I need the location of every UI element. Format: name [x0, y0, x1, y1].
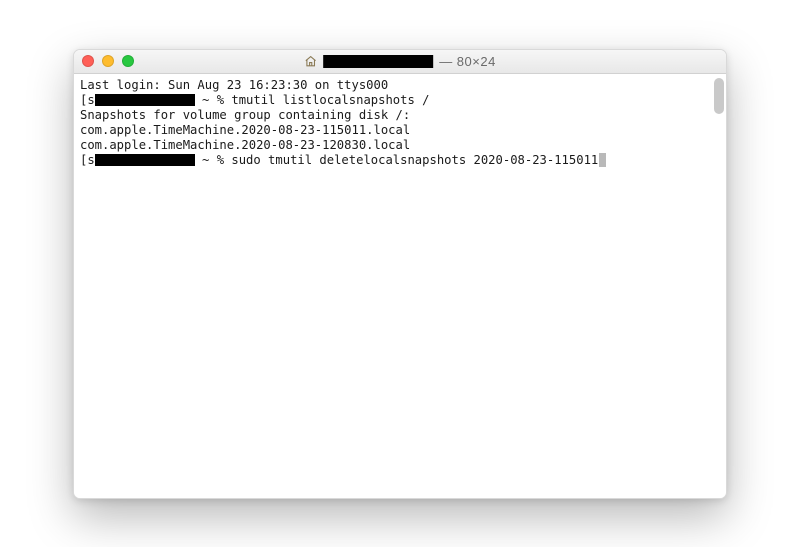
- terminal-line: [s ~ % sudo tmutil deletelocalsnapshots …: [80, 153, 720, 168]
- terminal-cursor: [599, 153, 606, 167]
- prompt-user-prefix: s: [87, 153, 94, 168]
- snapshot-entry: com.apple.TimeMachine.2020-08-23-120830.…: [80, 138, 410, 153]
- maximize-button[interactable]: [122, 55, 134, 67]
- window-title: — 80×24: [304, 54, 496, 69]
- terminal-line: com.apple.TimeMachine.2020-08-23-115011.…: [80, 123, 720, 138]
- terminal-line: [s ~ % tmutil listlocalsnapshots /: [80, 93, 720, 108]
- close-button[interactable]: [82, 55, 94, 67]
- title-dimensions: — 80×24: [439, 54, 496, 69]
- bracket: [: [80, 153, 87, 168]
- minimize-button[interactable]: [102, 55, 114, 67]
- terminal-line: com.apple.TimeMachine.2020-08-23-120830.…: [80, 138, 720, 153]
- title-redacted: [323, 55, 433, 68]
- terminal-line: Last login: Sun Aug 23 16:23:30 on ttys0…: [80, 78, 720, 93]
- scrollbar-thumb[interactable]: [714, 78, 724, 114]
- snapshots-header: Snapshots for volume group containing di…: [80, 108, 410, 123]
- home-icon: [304, 55, 317, 68]
- last-login-text: Last login: Sun Aug 23 16:23:30 on ttys0…: [80, 78, 388, 93]
- terminal-body[interactable]: Last login: Sun Aug 23 16:23:30 on ttys0…: [74, 74, 726, 498]
- prompt-command: ~ % sudo tmutil deletelocalsnapshots 202…: [195, 153, 599, 168]
- prompt-user-prefix: s: [87, 93, 94, 108]
- snapshot-entry: com.apple.TimeMachine.2020-08-23-115011.…: [80, 123, 410, 138]
- titlebar[interactable]: — 80×24: [74, 50, 726, 74]
- redacted-hostname: [95, 94, 195, 106]
- terminal-line: Snapshots for volume group containing di…: [80, 108, 720, 123]
- traffic-lights: [82, 55, 134, 67]
- bracket: [: [80, 93, 87, 108]
- prompt-command: ~ % tmutil listlocalsnapshots /: [195, 93, 430, 108]
- redacted-hostname: [95, 154, 195, 166]
- terminal-window: — 80×24 Last login: Sun Aug 23 16:23:30 …: [73, 49, 727, 499]
